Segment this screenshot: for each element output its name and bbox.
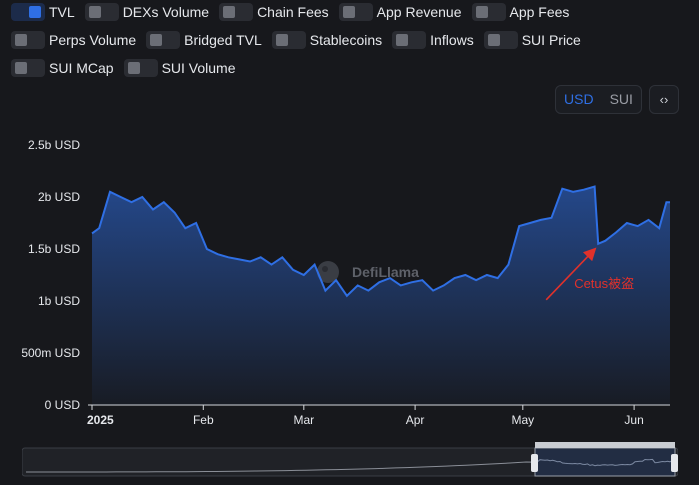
embed-code-icon[interactable]: ‹› (649, 85, 679, 114)
toggle-sui-volume[interactable]: SUI Volume (123, 59, 236, 77)
toggle-switch[interactable] (338, 3, 373, 21)
toggle-label: SUI Volume (161, 60, 236, 76)
toggle-sui-price[interactable]: SUI Price (483, 31, 581, 49)
brush-left-handle[interactable] (531, 454, 538, 472)
x-axis: 2025 Feb Mar Apr May Jun (87, 404, 670, 427)
toggle-switch[interactable] (471, 3, 506, 21)
toggle-knob (88, 6, 101, 18)
toggle-switch[interactable] (11, 59, 45, 77)
brush-right-handle[interactable] (671, 454, 678, 472)
toggle-knob (487, 34, 500, 46)
toggle-dexs-volume[interactable]: DEXs Volume (84, 3, 210, 21)
toggle-app-revenue[interactable]: App Revenue (338, 3, 462, 21)
x-tick-label: Apr (406, 413, 425, 427)
toggle-knob (150, 34, 163, 46)
range-brush[interactable] (22, 442, 678, 478)
toggle-knob (275, 34, 288, 46)
y-tick-label: 1.5b USD (28, 242, 80, 256)
toggle-inflows[interactable]: Inflows (392, 31, 474, 49)
tvl-chart: 0 USD 500m USD 1b USD 1.5b USD 2b USD 2.5b US… (21, 138, 670, 427)
x-tick-label: May (511, 413, 534, 427)
toggle-label: App Fees (509, 4, 570, 20)
toggle-label: Perps Volume (49, 32, 137, 48)
toggle-knob (396, 34, 409, 46)
toggle-switch[interactable] (123, 59, 158, 77)
y-tick-label: 0 USD (45, 398, 81, 412)
toggle-label: Inflows (430, 32, 474, 48)
toggle-label: Bridged TVL (184, 32, 262, 48)
currency-usd-button[interactable]: USD (556, 86, 602, 113)
toggle-app-fees[interactable]: App Fees (471, 3, 570, 21)
toggle-switch[interactable] (11, 3, 45, 21)
toggle-knob (223, 6, 236, 18)
toggle-switch[interactable] (146, 31, 181, 49)
toggle-label: Chain Fees (257, 4, 329, 20)
toggle-knob (29, 6, 41, 18)
toggle-label: TVL (49, 4, 75, 20)
x-tick-label: Jun (624, 413, 643, 427)
toggle-row: Perps Volume Bridged TVL Stablecoins Inflow… (11, 28, 691, 52)
toggle-switch[interactable] (219, 3, 254, 21)
annotation-label: Cetus被盗 (574, 276, 634, 291)
metric-toggles: TVL DEXs Volume Chain Fees App Revenue App F… (11, 0, 691, 84)
brush-drag-bar[interactable] (535, 442, 675, 448)
toggle-label: SUI Price (521, 32, 581, 48)
toggle-tvl[interactable]: TVL (11, 3, 75, 21)
toggle-switch[interactable] (392, 31, 427, 49)
watermark: DefiLlama (352, 264, 419, 280)
toggle-row: SUI MCap SUI Volume (11, 56, 691, 80)
y-axis: 0 USD 500m USD 1b USD 1.5b USD 2b USD 2.5b US… (21, 138, 80, 412)
toggle-label: App Revenue (376, 4, 462, 20)
x-tick-label: Feb (193, 413, 214, 427)
toggle-switch[interactable] (483, 31, 518, 49)
toggle-knob (15, 34, 27, 46)
toggle-perps-volume[interactable]: Perps Volume (11, 31, 136, 49)
toggle-label: Stablecoins (309, 32, 383, 48)
currency-sui-button[interactable]: SUI (602, 86, 641, 113)
y-tick-label: 2b USD (38, 190, 80, 204)
toggle-bridged-tvl[interactable]: Bridged TVL (146, 31, 262, 49)
brush-selection[interactable] (534, 447, 676, 477)
toggle-knob (342, 6, 355, 18)
toggle-switch[interactable] (84, 3, 119, 21)
currency-switch: USD SUI (555, 85, 642, 114)
toggle-label: DEXs Volume (122, 4, 210, 20)
toggle-knob (127, 62, 140, 74)
toggle-stablecoins[interactable]: Stablecoins (271, 31, 383, 49)
toggle-switch[interactable] (11, 31, 45, 49)
toggle-sui-mcap[interactable]: SUI MCap (11, 59, 114, 77)
toggle-knob (15, 62, 27, 74)
toggle-knob (475, 6, 488, 18)
y-tick-label: 500m USD (21, 346, 80, 360)
toggle-row: TVL DEXs Volume Chain Fees App Revenue App F… (11, 0, 691, 24)
toggle-chain-fees[interactable]: Chain Fees (219, 3, 329, 21)
toggle-switch[interactable] (271, 31, 306, 49)
y-tick-label: 1b USD (38, 294, 80, 308)
y-tick-label: 2.5b USD (28, 138, 80, 152)
x-tick-label: 2025 (87, 413, 114, 427)
toggle-label: SUI MCap (49, 60, 114, 76)
x-tick-label: Mar (293, 413, 314, 427)
